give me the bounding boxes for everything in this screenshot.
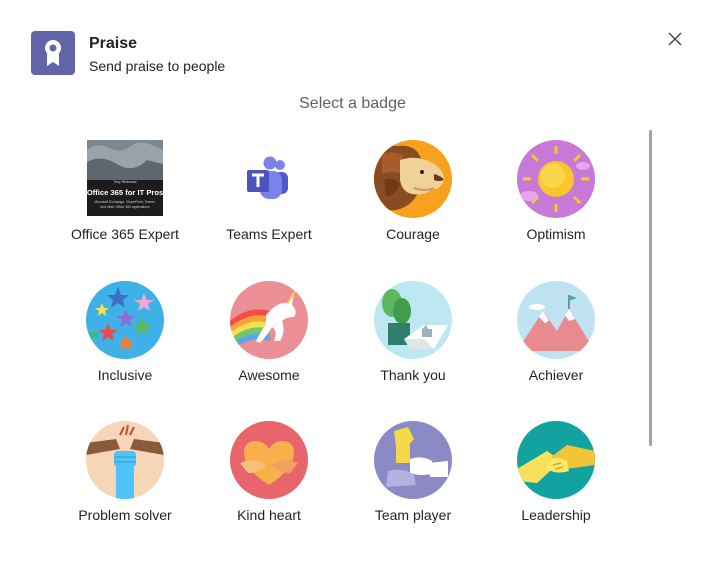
badge-label: Kind heart [237, 507, 301, 523]
badge-label: Awesome [238, 367, 300, 383]
book-tagline-1: Microsoft Exchange, SharePoint, Teams, [94, 200, 155, 204]
badge-teams-expert[interactable]: Teams Expert [198, 140, 340, 243]
badge-label: Courage [386, 226, 440, 242]
book-cover-image: Tony Redmond Office 365 for IT Pros Micr… [87, 140, 163, 216]
award-ribbon-icon [31, 31, 75, 75]
badge-optimism[interactable]: Optimism [485, 140, 627, 243]
badge-label: Leadership [521, 507, 591, 523]
handshake-icon [517, 421, 595, 499]
book-author: Tony Redmond [114, 180, 137, 184]
badge-inclusive[interactable]: Inclusive [54, 281, 196, 384]
badge-label: Optimism [526, 226, 586, 242]
select-badge-heading: Select a badge [299, 95, 406, 112]
scrollbar[interactable] [649, 130, 652, 446]
dialog-title: Praise [89, 35, 138, 52]
book-tagline-2: and other Office 365 applications [100, 205, 150, 209]
unicorn-icon [230, 281, 308, 359]
badge-thank-you[interactable]: Thank you [342, 281, 484, 384]
badge-label: Office 365 Expert [71, 226, 179, 242]
badge-label: Problem solver [78, 507, 172, 523]
book-title: Office 365 for IT Pros [87, 188, 163, 197]
badge-team-player[interactable]: Team player [342, 421, 484, 524]
badge-leadership[interactable]: Leadership [485, 421, 627, 524]
badge-label: Thank you [380, 367, 446, 383]
badge-office-365-expert[interactable]: Tony Redmond Office 365 for IT Pros Micr… [54, 140, 196, 243]
stars-icon [86, 281, 164, 359]
badge-achiever[interactable]: Achiever [485, 281, 627, 384]
badge-label: Team player [374, 507, 452, 523]
mountain-flag-icon [517, 281, 595, 359]
fist-icon [86, 421, 164, 499]
sun-icon [517, 140, 595, 218]
fist-bump-icon [374, 421, 452, 499]
badge-label: Teams Expert [226, 226, 312, 242]
badge-kind-heart[interactable]: Kind heart [198, 421, 340, 524]
badge-label: Achiever [528, 367, 584, 383]
badge-awesome[interactable]: Awesome [198, 281, 340, 384]
thumbs-up-laptop-icon [374, 281, 452, 359]
badge-label: Inclusive [97, 367, 153, 383]
badge-problem-solver[interactable]: Problem solver [54, 421, 196, 524]
dialog-header: Praise Send praise to people [31, 31, 225, 77]
dialog-subtitle: Send praise to people [89, 58, 226, 74]
close-icon[interactable] [665, 29, 685, 49]
heart-hands-icon [230, 421, 308, 499]
badge-courage[interactable]: Courage [342, 140, 484, 243]
lion-icon [374, 140, 452, 218]
teams-logo-icon [230, 140, 308, 218]
